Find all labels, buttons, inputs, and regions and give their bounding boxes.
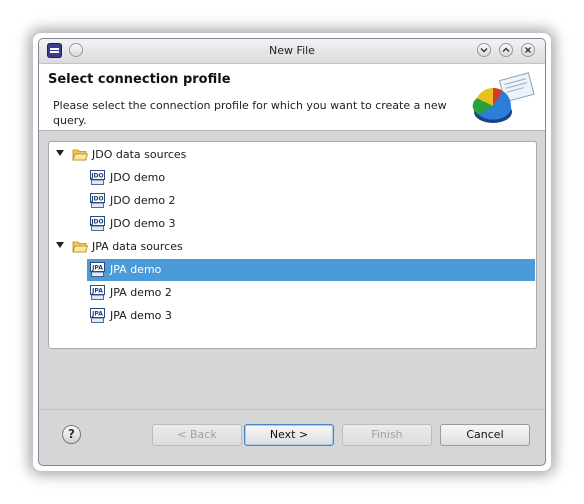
- connection-profile-tree[interactable]: JDO data sources JDO JDO demo JDO JDO de…: [48, 141, 537, 349]
- finish-button[interactable]: Finish: [342, 424, 432, 446]
- cancel-button[interactable]: Cancel: [440, 424, 530, 446]
- tree-item-jdo-demo-2[interactable]: JDO JDO demo 2: [49, 190, 536, 212]
- tree-item-jdo-demo-3[interactable]: JDO JDO demo 3: [49, 213, 536, 235]
- tree-group-jpa[interactable]: JPA data sources: [49, 236, 536, 258]
- new-file-dialog: New File Select connection profile Pleas…: [38, 38, 546, 466]
- folder-open-icon: [72, 149, 88, 161]
- button-bar-separator: [39, 409, 545, 410]
- datasource-icon: JPA: [90, 285, 105, 300]
- close-icon: [525, 47, 531, 53]
- folder-open-icon: [72, 241, 88, 253]
- datasource-badge-text: JDO: [90, 196, 103, 203]
- maximize-button[interactable]: [499, 43, 513, 57]
- back-button[interactable]: < Back: [152, 424, 242, 446]
- chevron-up-icon: [502, 47, 510, 52]
- datasource-badge-text: JDO: [90, 173, 103, 180]
- close-button[interactable]: [521, 43, 535, 57]
- next-button[interactable]: Next >: [244, 424, 334, 446]
- tree-item-label: JPA demo: [110, 263, 162, 276]
- tree-item-label: JPA demo 2: [110, 286, 172, 299]
- datasource-icon: JPA: [90, 262, 105, 277]
- tree-group-jdo[interactable]: JDO data sources: [49, 144, 536, 166]
- title-bar[interactable]: New File: [39, 39, 545, 64]
- tree-item-label: JDO demo 2: [110, 194, 176, 207]
- chevron-down-icon: [480, 48, 488, 53]
- tree-item-jpa-demo-2[interactable]: JPA JPA demo 2: [49, 282, 536, 304]
- tree-group-label: JPA data sources: [92, 240, 183, 253]
- wizard-banner-icon: [472, 72, 535, 123]
- datasource-icon: JDO: [90, 170, 105, 185]
- datasource-badge-text: JPA: [91, 311, 103, 318]
- datasource-badge-text: JDO: [90, 219, 103, 226]
- minimize-button[interactable]: [477, 43, 491, 57]
- wizard-header: Select connection profile Please select …: [39, 64, 545, 131]
- page-title: Select connection profile: [48, 72, 231, 87]
- datasource-badge-text: JPA: [91, 288, 103, 295]
- window-title: New File: [269, 44, 315, 57]
- tree-item-jdo-demo[interactable]: JDO JDO demo: [49, 167, 536, 189]
- expand-arrow-icon[interactable]: [56, 150, 64, 156]
- datasource-icon: JDO: [90, 193, 105, 208]
- tree-group-label: JDO data sources: [92, 148, 187, 161]
- datasource-badge-text: JPA: [91, 265, 103, 272]
- datasource-icon: JDO: [90, 216, 105, 231]
- expand-arrow-icon[interactable]: [56, 242, 64, 248]
- tree-item-label: JDO demo: [110, 171, 166, 184]
- tree-item-jpa-demo-3[interactable]: JPA JPA demo 3: [49, 305, 536, 327]
- page-description: Please select the connection profile for…: [53, 99, 447, 127]
- tree-item-label: JDO demo 3: [110, 217, 176, 230]
- help-icon[interactable]: ?: [62, 425, 81, 444]
- tree-item-label: JPA demo 3: [110, 309, 172, 322]
- tree-item-jpa-demo[interactable]: JPA JPA demo: [87, 259, 535, 281]
- datasource-icon: JPA: [90, 308, 105, 323]
